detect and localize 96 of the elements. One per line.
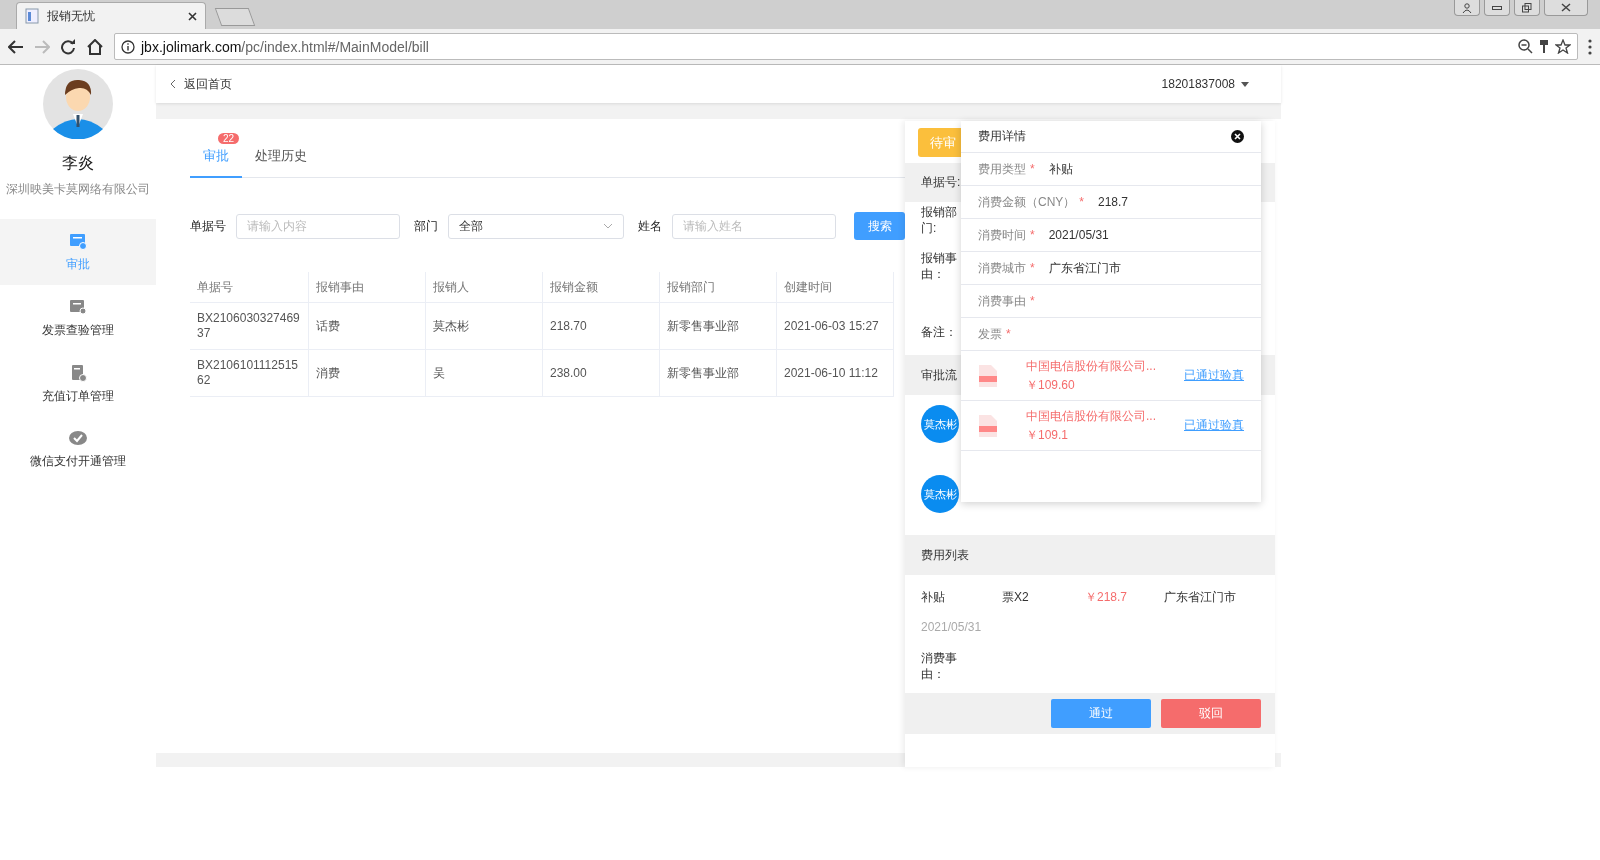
profile-button[interactable] bbox=[1454, 0, 1480, 16]
required-mark: * bbox=[1030, 261, 1035, 275]
field-value: 广东省江门市 bbox=[1048, 259, 1121, 277]
table-cell: 2021-06-10 11:12 bbox=[777, 350, 894, 397]
field-label: 费用类型 bbox=[978, 160, 1026, 178]
close-icon[interactable] bbox=[188, 11, 197, 21]
table-cell: 238.00 bbox=[543, 350, 660, 397]
account-menu[interactable]: 18201837008 bbox=[1161, 77, 1249, 91]
avatar-icon bbox=[43, 69, 113, 139]
key-icon[interactable] bbox=[1539, 39, 1549, 54]
tab-title: 报销无忧 bbox=[47, 7, 96, 25]
required-mark: * bbox=[1030, 162, 1035, 176]
minimize-icon bbox=[1492, 5, 1502, 10]
filter-label: 单据号 bbox=[190, 217, 226, 235]
address-bar[interactable]: jbx.jolimark.com/pc/index.html#/MainModel/bill bbox=[114, 33, 1578, 60]
close-icon bbox=[1561, 3, 1571, 12]
required-mark: * bbox=[1030, 228, 1035, 242]
caret-icon bbox=[1241, 81, 1249, 87]
required-mark: * bbox=[1006, 327, 1011, 341]
field-label: 消费事由 bbox=[978, 292, 1026, 310]
sidebar-item[interactable]: 发票查验管理 bbox=[0, 285, 156, 351]
close-icon[interactable] bbox=[1231, 130, 1244, 143]
invoice-count: 票X2 bbox=[1002, 589, 1030, 606]
url-text: jbx.jolimark.com/pc/index.html#/MainModel/bill bbox=[141, 38, 430, 55]
company-name: 深圳映美卡莫网络有限公司 bbox=[6, 182, 150, 197]
column-header: 报销事由 bbox=[309, 272, 426, 303]
expense-amount: ￥218.7 bbox=[1085, 589, 1129, 606]
field-label: 消费城市 bbox=[978, 259, 1026, 277]
person-icon bbox=[1462, 2, 1472, 13]
star-icon[interactable] bbox=[1555, 39, 1571, 54]
filter-label: 部门 bbox=[414, 217, 438, 235]
sidebar-item[interactable]: 微信支付开通管理 bbox=[0, 417, 156, 483]
column-header: 创建时间 bbox=[777, 272, 894, 303]
close-button[interactable] bbox=[1544, 0, 1588, 16]
document-icon bbox=[69, 363, 87, 382]
invoice-name: 中国电信股份有限公司... bbox=[1026, 407, 1156, 425]
table-cell: 2021-06-03 15:27 bbox=[777, 303, 894, 350]
expense-date: 2021/05/31 bbox=[921, 620, 983, 634]
column-header: 单据号 bbox=[190, 272, 309, 303]
column-header: 报销部门 bbox=[660, 272, 777, 303]
table-cell: 消费 bbox=[309, 350, 426, 397]
table-cell: BX210610111251562 bbox=[190, 350, 309, 397]
input-field[interactable]: 请输入姓名 bbox=[672, 213, 836, 239]
table-cell: 吴 bbox=[426, 350, 543, 397]
count-badge: 22 bbox=[218, 133, 240, 144]
restore-button[interactable] bbox=[1514, 0, 1540, 16]
tab[interactable]: 处理历史 bbox=[242, 133, 320, 178]
document-icon bbox=[69, 297, 87, 316]
popup-title: 费用详情 bbox=[978, 128, 1026, 145]
menu-icon[interactable] bbox=[1588, 38, 1592, 55]
required-mark: * bbox=[1030, 294, 1035, 308]
expense-type: 补贴 bbox=[921, 589, 946, 606]
input-field[interactable]: 请输入内容 bbox=[236, 213, 400, 239]
field-label: 发票 bbox=[978, 325, 1002, 343]
expense-city: 广东省江门市 bbox=[1164, 589, 1237, 606]
invoice-amount: ￥109.1 bbox=[1026, 426, 1070, 444]
section-header: 费用列表 bbox=[905, 535, 1275, 575]
browser-tab[interactable]: 报销无忧 bbox=[16, 2, 206, 29]
home-icon[interactable] bbox=[86, 38, 104, 55]
field-label: 报销事由： bbox=[921, 250, 958, 282]
sidebar-item[interactable]: 充值订单管理 bbox=[0, 351, 156, 417]
table-cell: 新零售事业部 bbox=[660, 303, 777, 350]
table-cell: 新零售事业部 bbox=[660, 350, 777, 397]
field-label: 消费事由： bbox=[921, 650, 958, 682]
table-cell: 话费 bbox=[309, 303, 426, 350]
minimize-button[interactable] bbox=[1484, 0, 1510, 16]
pdf-file-icon bbox=[978, 363, 998, 388]
user-name: 李炎 bbox=[62, 153, 94, 173]
reload-icon[interactable] bbox=[60, 38, 76, 55]
column-header: 报销金额 bbox=[543, 272, 660, 303]
chat-bubble-icon bbox=[68, 430, 88, 447]
page-icon bbox=[25, 8, 39, 24]
department-select[interactable]: 全部 bbox=[448, 213, 624, 239]
table-cell: 莫杰彬 bbox=[426, 303, 543, 350]
field-label: 报销部门: bbox=[921, 204, 958, 236]
invoice-amount: ￥109.60 bbox=[1026, 376, 1076, 394]
invoice-name: 中国电信股份有限公司... bbox=[1026, 357, 1156, 375]
field-value: 补贴 bbox=[1048, 160, 1073, 178]
table-cell: BX210603032746937 bbox=[190, 303, 309, 350]
field-label: 备注： bbox=[921, 324, 958, 340]
field-value: 2021/05/31 bbox=[1048, 228, 1109, 242]
chevron-left-icon bbox=[170, 79, 176, 89]
back-arrow-icon[interactable] bbox=[8, 39, 24, 54]
chevron-down-icon bbox=[603, 223, 613, 229]
user-avatar: 莫杰彬 bbox=[921, 475, 959, 513]
card-icon bbox=[69, 231, 87, 250]
table-cell: 218.70 bbox=[543, 303, 660, 350]
restore-icon bbox=[1522, 2, 1532, 13]
pdf-file-icon bbox=[978, 413, 998, 438]
column-header: 报销人 bbox=[426, 272, 543, 303]
field-label: 消费时间 bbox=[978, 226, 1026, 244]
filter-label: 姓名 bbox=[638, 217, 662, 235]
info-icon bbox=[121, 39, 135, 54]
zoom-out-icon[interactable] bbox=[1518, 39, 1533, 54]
user-avatar: 莫杰彬 bbox=[921, 405, 959, 443]
back-link[interactable]: 返回首页 bbox=[170, 75, 232, 93]
